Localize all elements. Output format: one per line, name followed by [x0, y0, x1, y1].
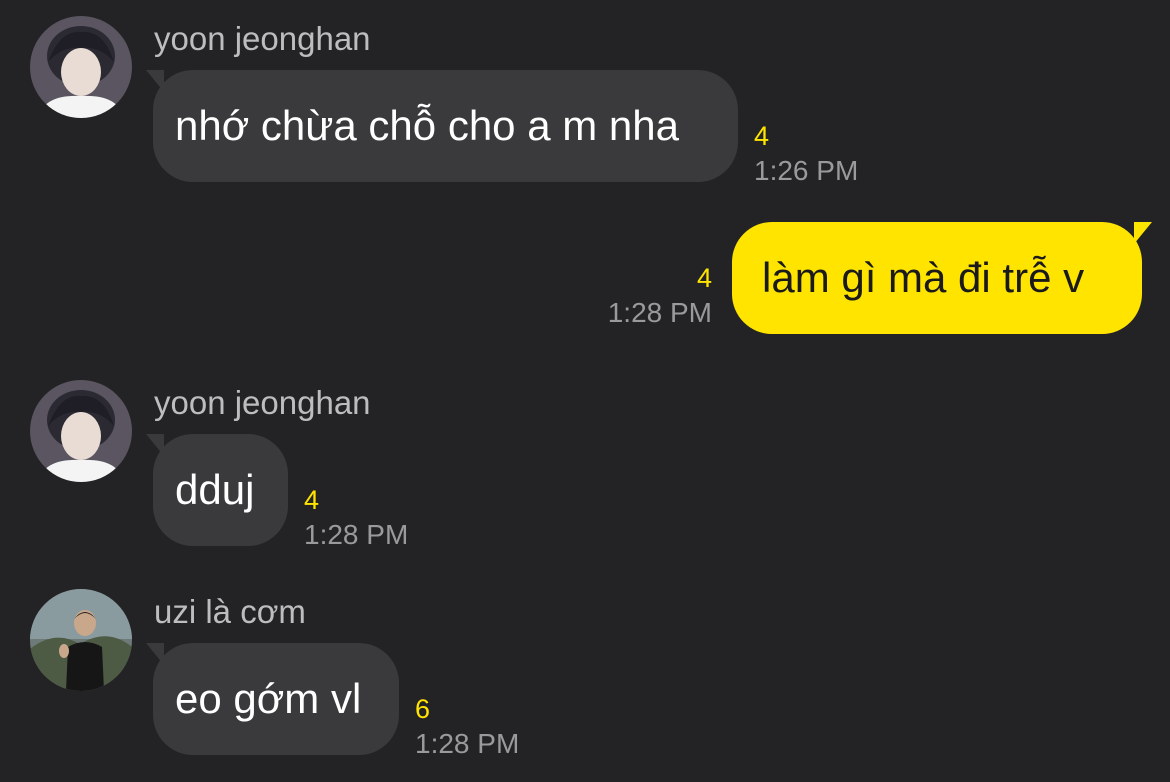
message-bubble[interactable]: dduj — [153, 434, 288, 546]
unread-count: 6 — [415, 694, 431, 724]
profile-photo-icon — [30, 380, 132, 482]
sender-name: yoon jeonghan — [154, 20, 371, 57]
message-time: 1:28 PM — [304, 519, 409, 550]
profile-photo-icon — [30, 16, 132, 118]
sender-avatar[interactable] — [30, 16, 132, 118]
message-bubble[interactable]: nhớ chừa chỗ cho a m nha — [153, 70, 738, 182]
unread-count: 4 — [696, 263, 712, 293]
unread-count: 4 — [304, 485, 320, 515]
bubble-tail — [1134, 222, 1152, 244]
sender-avatar[interactable] — [30, 380, 132, 482]
message-time: 1:28 PM — [607, 297, 712, 328]
profile-photo-icon — [30, 589, 132, 691]
message-time: 1:26 PM — [754, 155, 859, 186]
sender-avatar[interactable] — [30, 589, 132, 691]
message-bubble[interactable]: làm gì mà đi trễ v — [732, 222, 1142, 334]
message-time: 1:28 PM — [415, 728, 520, 759]
message-bubble[interactable]: eo gớm vl — [153, 643, 399, 755]
sender-name: uzi là cơm — [154, 593, 306, 630]
unread-count: 4 — [754, 121, 770, 151]
sender-name: yoon jeonghan — [154, 384, 371, 421]
